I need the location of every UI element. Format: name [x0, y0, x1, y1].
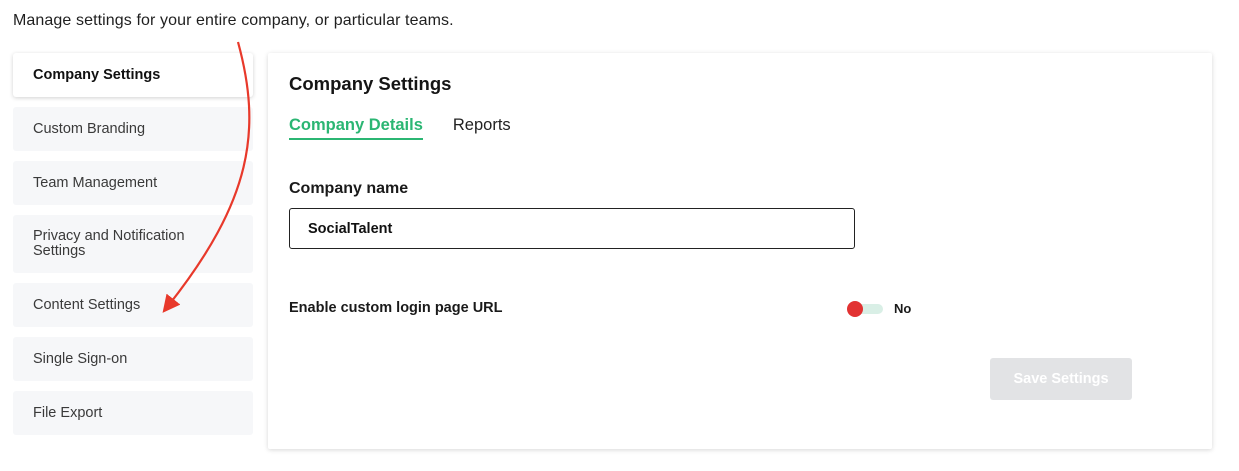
sidebar-item-content-settings[interactable]: Content Settings — [13, 283, 253, 327]
sidebar-item-file-export[interactable]: File Export — [13, 391, 253, 435]
panel-title: Company Settings — [289, 73, 452, 94]
tab-reports[interactable]: Reports — [453, 116, 511, 140]
sidebar-item-single-sign-on[interactable]: Single Sign-on — [13, 337, 253, 381]
sidebar-item-label: Privacy and Notification Settings — [33, 228, 185, 259]
save-settings-button[interactable]: Save Settings — [990, 358, 1132, 400]
sidebar-item-company-settings[interactable]: Company Settings — [13, 53, 253, 97]
sidebar-item-custom-branding[interactable]: Custom Branding — [13, 107, 253, 151]
company-name-input[interactable] — [289, 208, 855, 249]
sidebar-item-privacy-notification[interactable]: Privacy and Notification Settings — [13, 215, 253, 273]
sidebar-item-label: Content Settings — [33, 296, 141, 313]
sidebar-item-team-management[interactable]: Team Management — [13, 161, 253, 205]
page-intro-text: Manage settings for your entire company,… — [13, 12, 454, 29]
settings-panel: Company Settings Company Details Reports… — [268, 53, 1212, 449]
settings-tabs: Company Details Reports — [289, 116, 511, 140]
custom-login-state: No — [894, 301, 912, 316]
company-name-label: Company name — [289, 180, 409, 197]
sidebar-item-label: Single Sign-on — [33, 350, 128, 367]
sidebar-item-label: File Export — [33, 404, 103, 421]
settings-sidebar: Company Settings Custom Branding Team Ma… — [13, 53, 253, 445]
sidebar-item-label: Team Management — [33, 174, 158, 191]
sidebar-item-label: Custom Branding — [33, 120, 146, 137]
settings-page: Manage settings for your entire company,… — [0, 0, 1239, 471]
custom-login-label: Enable custom login page URL — [289, 300, 503, 316]
toggle-knob — [847, 301, 863, 317]
custom-login-toggle[interactable] — [847, 301, 883, 317]
sidebar-item-label: Company Settings — [33, 66, 161, 83]
tab-company-details[interactable]: Company Details — [289, 116, 423, 140]
